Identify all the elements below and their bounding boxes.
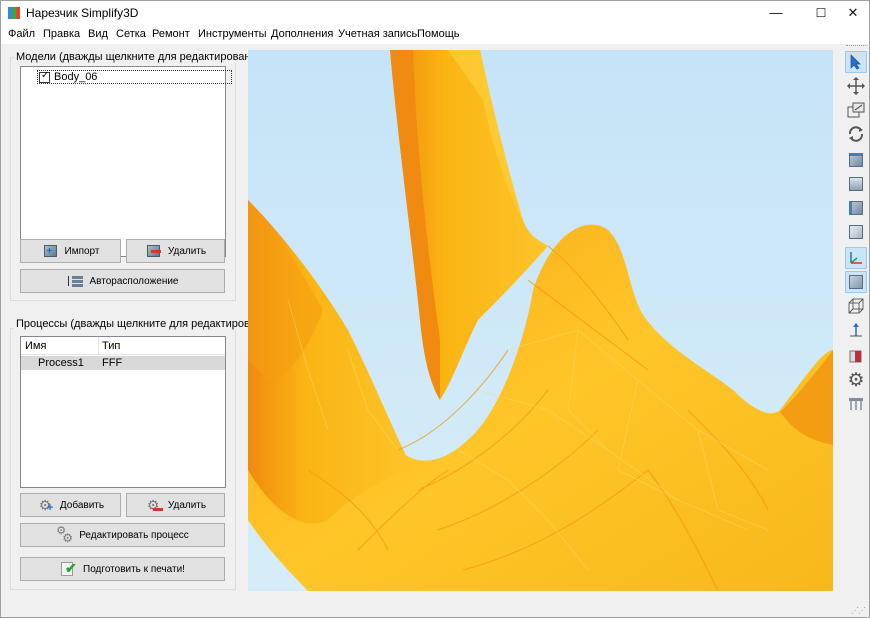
application-window: Нарезчик Simplify3D — ☐ ✕ Файл Правка Ви… — [0, 0, 870, 618]
add-process-button[interactable]: ⚙ + Добавить — [20, 493, 121, 517]
z-axis-icon[interactable] — [845, 319, 867, 341]
edit-process-label: Редактировать процесс — [79, 529, 189, 541]
edit-process-button[interactable]: ⚙ ⚙ Редактировать процесс — [20, 523, 225, 547]
menu-help[interactable]: Помощь — [417, 28, 460, 40]
select-arrow-icon[interactable] — [845, 51, 867, 73]
menu-mesh[interactable]: Сетка — [116, 28, 146, 40]
delete-gear-icon: ⚙ — [145, 497, 163, 513]
prepare-check-icon: ✔ — [60, 561, 78, 577]
model-visibility-checkbox[interactable]: ✓ — [39, 70, 50, 83]
menu-view[interactable]: Вид — [88, 28, 108, 40]
app-logo-icon — [8, 7, 20, 19]
edit-gears-icon: ⚙ ⚙ — [56, 525, 73, 545]
import-cube-icon: + — [42, 243, 60, 259]
import-button[interactable]: + Импорт — [20, 239, 121, 263]
delete-cube-icon — [145, 243, 163, 259]
delete-model-label: Удалить — [167, 245, 207, 257]
cross-section-icon[interactable] — [845, 345, 867, 367]
models-group-title: Модели (дважды щелкните для редактирован… — [14, 51, 269, 63]
3d-viewport[interactable] — [248, 50, 833, 591]
delete-process-label: Удалить — [167, 499, 207, 511]
settings-gear-icon[interactable]: ⚙ — [845, 369, 867, 391]
minimize-button[interactable]: — — [753, 1, 799, 25]
delete-process-button[interactable]: ⚙ Удалить — [126, 493, 225, 517]
left-panel: Модели (дважды щелкните для редактирован… — [1, 44, 280, 599]
models-list[interactable]: ✓ Body_06 — [20, 66, 233, 257]
processes-table[interactable]: Имя Тип Process1 FFF — [20, 336, 226, 488]
move-icon[interactable] — [845, 75, 867, 97]
right-toolbar: ⚙ — [843, 45, 869, 425]
add-process-label: Добавить — [59, 499, 105, 511]
axes-icon[interactable] — [845, 247, 867, 269]
processes-group-title: Процессы (дважды щелкните для редактиров… — [14, 318, 280, 330]
title-bar: Нарезчик Simplify3D — ☐ ✕ — [1, 1, 869, 25]
menu-addons[interactable]: Дополнения — [271, 28, 333, 40]
status-bar: ⋰⋰ — [1, 599, 869, 617]
column-header-type[interactable]: Тип — [102, 340, 120, 352]
column-header-name[interactable]: Имя — [25, 340, 46, 352]
view-side-cube-icon[interactable] — [845, 197, 867, 219]
model-render[interactable] — [248, 50, 833, 591]
import-label: Импорт — [64, 245, 100, 257]
model-name: Body_06 — [54, 71, 98, 83]
menu-edit[interactable]: Правка — [43, 28, 80, 40]
menu-bar: Файл Правка Вид Сетка Ремонт Инструменты… — [1, 25, 869, 44]
view-top-cube-icon[interactable] — [845, 149, 867, 171]
table-header: Имя Тип — [21, 337, 225, 355]
auto-arrange-icon — [67, 273, 85, 289]
list-item[interactable]: ✓ Body_06 — [37, 70, 233, 84]
window-title: Нарезчик Simplify3D — [26, 6, 139, 20]
rotate-icon[interactable] — [845, 123, 867, 145]
menu-repair[interactable]: Ремонт — [152, 28, 190, 40]
menu-tools[interactable]: Инструменты — [198, 28, 267, 40]
wireframe-cube-icon[interactable] — [845, 295, 867, 317]
view-iso-cube-icon[interactable] — [845, 221, 867, 243]
table-row[interactable]: Process1 FFF — [21, 356, 225, 370]
prepare-to-print-button[interactable]: ✔ Подготовить к печати! — [20, 557, 225, 581]
supports-icon[interactable] — [845, 393, 867, 415]
delete-model-button[interactable]: Удалить — [126, 239, 225, 263]
process-name: Process1 — [38, 357, 84, 369]
resize-grip-icon[interactable]: ⋰⋰ — [851, 606, 866, 615]
menu-file[interactable]: Файл — [8, 28, 35, 40]
add-gear-icon: ⚙ + — [38, 497, 54, 514]
solid-cube-icon[interactable] — [845, 271, 867, 293]
view-front-cube-icon[interactable] — [845, 173, 867, 195]
close-button[interactable]: ✕ — [830, 1, 870, 25]
prepare-to-print-label: Подготовить к печати! — [83, 563, 185, 575]
menu-account[interactable]: Учетная запись — [338, 28, 417, 40]
scale-icon[interactable] — [845, 99, 867, 121]
process-type: FFF — [102, 357, 123, 369]
auto-arrange-label: Авторасположение — [89, 275, 179, 287]
auto-arrange-button[interactable]: Авторасположение — [20, 269, 225, 293]
